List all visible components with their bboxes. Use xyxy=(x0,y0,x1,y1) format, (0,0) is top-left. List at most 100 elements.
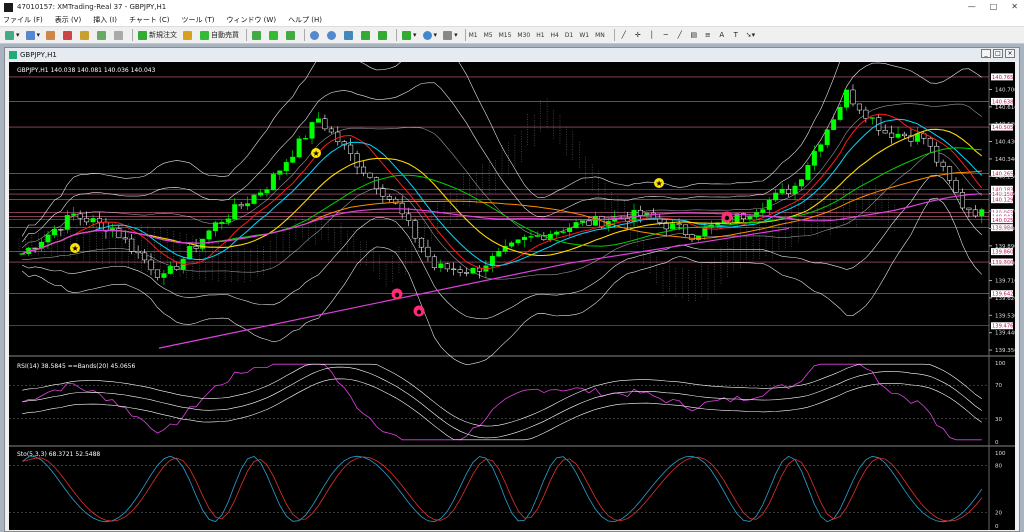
new-order-button[interactable]: 新規注文 xyxy=(136,29,179,42)
templates-button[interactable]: ▾ xyxy=(441,29,460,42)
tile-windows-button[interactable] xyxy=(342,29,357,42)
level-tag: 140.765 xyxy=(992,75,1013,81)
horizontal-line-button[interactable]: ─ xyxy=(660,29,672,42)
candle-body xyxy=(32,247,38,250)
candle-chart-button[interactable] xyxy=(267,29,282,42)
tester-icon xyxy=(114,30,124,40)
candle-body xyxy=(805,165,811,180)
price-chart[interactable]: 140.765140.638140.505140.265140.183140.1… xyxy=(9,62,1015,530)
new-order-icon xyxy=(138,30,148,40)
menu-chart[interactable]: チャート (C) xyxy=(129,15,170,25)
timeframe-m1[interactable]: M1 xyxy=(469,32,478,39)
auto-trade-label: 自動売買 xyxy=(211,31,240,39)
navigator-icon xyxy=(80,30,90,40)
candle-body xyxy=(592,216,598,226)
menu-window[interactable]: ウィンドウ (W) xyxy=(226,15,276,25)
price-axis-label: 139.530 xyxy=(995,313,1015,319)
candle-body xyxy=(270,174,276,191)
candle-body xyxy=(438,263,444,269)
candle-body xyxy=(161,273,167,278)
periods-button[interactable]: ▾ xyxy=(421,29,440,42)
clock-icon xyxy=(422,30,432,40)
candle-body xyxy=(386,196,392,200)
menu-help[interactable]: ヘルプ (H) xyxy=(288,15,322,25)
timeframe-mn[interactable]: MN xyxy=(595,32,605,39)
chart-shift-button[interactable] xyxy=(376,29,391,42)
crosshair-button[interactable]: ✛ xyxy=(632,29,644,42)
candle-body xyxy=(19,253,25,255)
timeframe-m30[interactable]: M30 xyxy=(517,32,530,39)
candle-body xyxy=(760,209,766,213)
auto-trade-button[interactable]: 自動売買 xyxy=(198,29,241,42)
candle-chart-icon xyxy=(269,30,279,40)
candle-body xyxy=(882,130,888,134)
indicators-icon xyxy=(402,30,412,40)
market-watch-button[interactable] xyxy=(44,29,59,42)
timeframe-w1[interactable]: W1 xyxy=(579,32,589,39)
vertical-line-button[interactable]: │ xyxy=(646,29,658,42)
menu-tools[interactable]: ツール (T) xyxy=(181,15,214,25)
candle-body xyxy=(586,220,592,226)
bar-chart-button[interactable] xyxy=(250,29,265,42)
level-tag: 140.129 xyxy=(992,198,1013,204)
candle-body xyxy=(264,189,270,194)
candle-body xyxy=(856,103,862,111)
zoom-out-button[interactable] xyxy=(325,29,340,42)
channel-button[interactable]: ▤ xyxy=(688,29,700,42)
price-axis-label: 140.610 xyxy=(995,105,1015,111)
tester-button[interactable] xyxy=(112,29,127,42)
candle-body xyxy=(901,133,908,137)
candle-body xyxy=(283,162,289,172)
candle-body xyxy=(296,138,302,158)
candle-body xyxy=(979,209,985,217)
candle-body xyxy=(786,188,792,194)
candle-body xyxy=(412,220,418,239)
data-window-icon xyxy=(63,30,73,40)
indicators-button[interactable]: ▾ xyxy=(400,29,419,42)
metaeditor-button[interactable] xyxy=(181,29,196,42)
menu-view[interactable]: 表示 (V) xyxy=(55,15,81,25)
candle-body xyxy=(444,263,450,270)
text-tool-button[interactable]: A xyxy=(716,29,728,42)
timeframe-h4[interactable]: H4 xyxy=(551,32,559,39)
rsi-axis-label: 70 xyxy=(995,383,1002,389)
label-tool-button[interactable]: T xyxy=(730,29,742,42)
menu-file[interactable]: ファイル (F) xyxy=(3,15,43,25)
menu-insert[interactable]: 挿入 (I) xyxy=(93,15,117,25)
line-tool-button[interactable]: ╱ xyxy=(618,29,630,42)
sell-marker-dot xyxy=(394,292,400,298)
close-icon[interactable]: ✕ xyxy=(1011,2,1018,11)
chart-close-icon[interactable]: × xyxy=(1005,49,1015,58)
arrows-button[interactable]: ➘▾ xyxy=(744,29,757,42)
candle-body xyxy=(373,177,379,190)
profiles-button[interactable]: ▾ xyxy=(24,29,43,42)
window-controls: — □ ✕ xyxy=(968,2,1018,11)
autoscroll-button[interactable] xyxy=(359,29,374,42)
maximize-icon[interactable]: □ xyxy=(990,2,998,11)
data-window-button[interactable] xyxy=(61,29,76,42)
chart-window-title: GBPJPY,H1 xyxy=(20,50,57,59)
candle-body xyxy=(927,138,933,147)
chart-maximize-icon[interactable]: □ xyxy=(993,49,1003,58)
minimize-icon[interactable]: — xyxy=(968,2,976,11)
timeframe-m15[interactable]: M15 xyxy=(499,32,512,39)
new-chart-button[interactable]: ▾ xyxy=(3,29,22,42)
level-tag: 140.025 xyxy=(992,218,1013,224)
candle-body xyxy=(515,239,521,244)
zoom-in-button[interactable] xyxy=(308,29,323,42)
line-chart-button[interactable] xyxy=(284,29,299,42)
bar-chart-icon xyxy=(252,30,262,40)
candle-body xyxy=(734,213,740,224)
timeframe-d1[interactable]: D1 xyxy=(565,32,573,39)
trendline-button[interactable]: ╱ xyxy=(674,29,686,42)
main-panel-header: GBPJPY,H1 140.038 140.081 140.036 140.04… xyxy=(17,67,156,74)
timeframe-h1[interactable]: H1 xyxy=(536,32,544,39)
candle-body xyxy=(895,133,901,138)
zoom-out-icon xyxy=(327,30,337,40)
fibonacci-button[interactable]: ≡ xyxy=(702,29,714,42)
navigator-button[interactable] xyxy=(78,29,93,42)
candle-body xyxy=(367,172,373,178)
chart-minimize-icon[interactable]: _ xyxy=(981,49,991,58)
timeframe-m5[interactable]: M5 xyxy=(484,32,493,39)
terminal-button[interactable] xyxy=(95,29,110,42)
